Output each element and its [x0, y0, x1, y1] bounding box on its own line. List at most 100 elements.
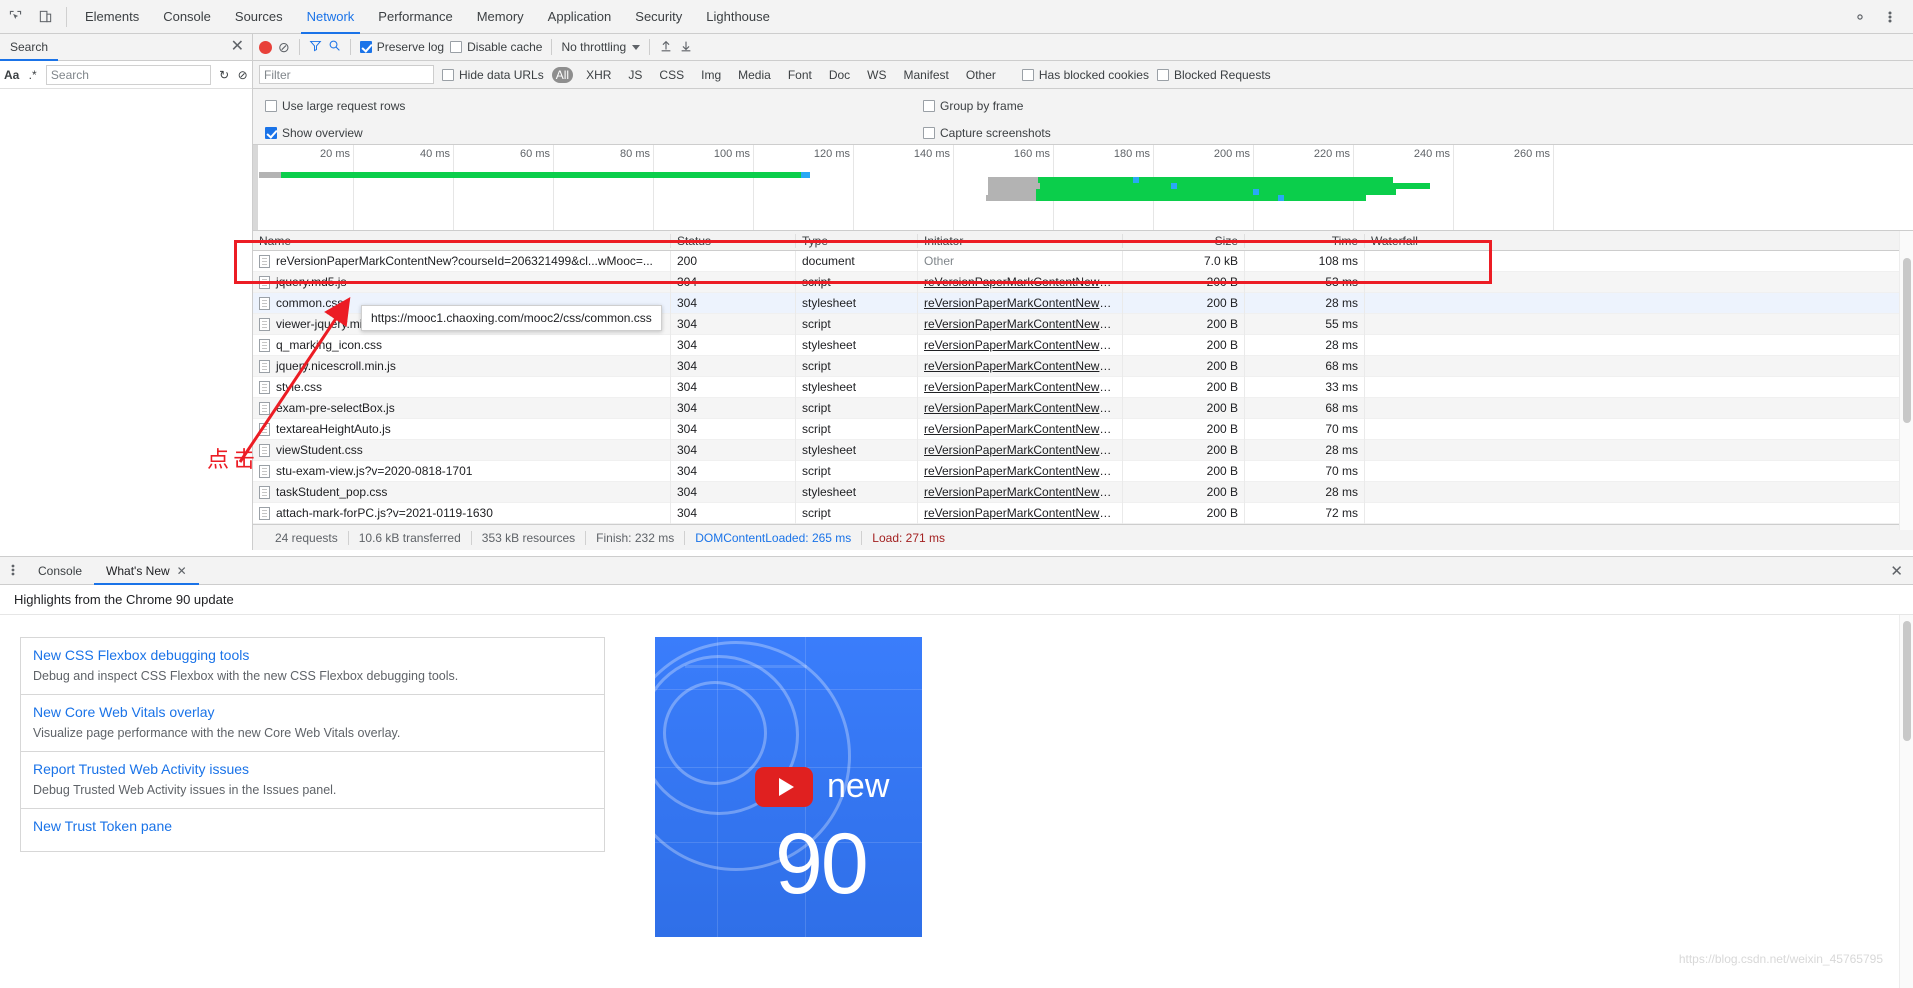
- cell-initiator[interactable]: reVersionPaperMarkContentNew?...: [918, 439, 1123, 461]
- tab-search[interactable]: Search: [0, 34, 59, 61]
- table-row[interactable]: q_marking_icon.css 304 stylesheet reVersion…: [253, 334, 1913, 356]
- clear-icon[interactable]: ⊘: [237, 68, 248, 82]
- column-header-waterfall[interactable]: Waterfall: [1365, 233, 1903, 248]
- cell-name[interactable]: attach-mark-forPC.js?v=2021-0119-1630: [253, 502, 671, 524]
- tab-performance[interactable]: Performance: [366, 0, 464, 34]
- type-filter-media[interactable]: Media: [734, 67, 775, 83]
- cell-initiator[interactable]: reVersionPaperMarkContentNew?...: [918, 334, 1123, 356]
- cell-initiator[interactable]: reVersionPaperMarkContentNew?...: [918, 502, 1123, 524]
- tab-security[interactable]: Security: [623, 0, 694, 34]
- close-icon[interactable]: ✕: [177, 557, 187, 585]
- network-overview-timeline[interactable]: 20 ms 40 ms 60 ms 80 ms 100 ms 120 ms 14…: [253, 145, 1913, 231]
- whats-new-card[interactable]: Report Trusted Web Activity issues Debug …: [20, 751, 605, 808]
- whats-new-card[interactable]: New Core Web Vitals overlay Visualize pag…: [20, 694, 605, 751]
- cell-initiator[interactable]: reVersionPaperMarkContentNew?...: [918, 418, 1123, 440]
- initiator-link[interactable]: reVersionPaperMarkContentNew?...: [924, 506, 1116, 520]
- refresh-icon[interactable]: ↻: [219, 68, 230, 82]
- clear-icon[interactable]: ⊘: [278, 39, 290, 56]
- tab-sources[interactable]: Sources: [223, 0, 295, 34]
- cell-name[interactable]: jquery.md5.js: [253, 271, 671, 293]
- cell-initiator[interactable]: Other: [918, 250, 1123, 272]
- type-filter-manifest[interactable]: Manifest: [900, 67, 953, 83]
- cell-name[interactable]: jquery.nicescroll.min.js: [253, 355, 671, 377]
- kebab-menu-icon[interactable]: [1875, 0, 1905, 34]
- scrollbar-thumb[interactable]: [1903, 258, 1911, 423]
- table-row[interactable]: style.css 304 stylesheet reVersionPaperMark…: [253, 376, 1913, 398]
- type-filter-font[interactable]: Font: [784, 67, 816, 83]
- whats-new-card-title[interactable]: New CSS Flexbox debugging tools: [33, 647, 592, 663]
- column-header-size[interactable]: Size: [1123, 233, 1245, 248]
- drawer-tab-whats-new[interactable]: What's New ✕: [94, 557, 199, 585]
- cell-initiator[interactable]: reVersionPaperMarkContentNew?...: [918, 355, 1123, 377]
- initiator-link[interactable]: reVersionPaperMarkContentNew?...: [924, 380, 1116, 394]
- type-filter-doc[interactable]: Doc: [825, 67, 854, 83]
- column-header-type[interactable]: Type: [796, 233, 918, 248]
- type-filter-xhr[interactable]: XHR: [582, 67, 615, 83]
- group-by-frame-checkbox[interactable]: Group by frame: [923, 99, 1023, 113]
- disable-cache-checkbox[interactable]: Disable cache: [450, 40, 542, 54]
- table-row[interactable]: exam-pre-selectBox.js 304 script reVersionP…: [253, 397, 1913, 419]
- search-icon[interactable]: [328, 39, 341, 55]
- table-row[interactable]: attach-mark-forPC.js?v=2021-0119-1630 304…: [253, 502, 1913, 524]
- initiator-link[interactable]: reVersionPaperMarkContentNew?...: [924, 485, 1116, 499]
- table-row[interactable]: textareaHeightAuto.js 304 script reVersionP…: [253, 418, 1913, 440]
- cell-name[interactable]: textareaHeightAuto.js: [253, 418, 671, 440]
- cell-name[interactable]: stu-exam-view.js?v=2020-0818-1701: [253, 460, 671, 482]
- table-row[interactable]: jquery.md5.js 304 script reVersionPaperMark…: [253, 271, 1913, 293]
- column-header-status[interactable]: Status: [671, 233, 796, 248]
- cell-initiator[interactable]: reVersionPaperMarkContentNew?...: [918, 376, 1123, 398]
- type-filter-img[interactable]: Img: [697, 67, 725, 83]
- capture-screenshots-checkbox[interactable]: Capture screenshots: [923, 126, 1051, 140]
- drawer-tab-console[interactable]: Console: [26, 557, 94, 585]
- cell-name[interactable]: exam-pre-selectBox.js: [253, 397, 671, 419]
- tab-elements[interactable]: Elements: [73, 0, 151, 34]
- drawer-close-icon[interactable]: ✕: [1890, 562, 1903, 580]
- whats-new-card[interactable]: New CSS Flexbox debugging tools Debug and…: [20, 637, 605, 694]
- type-filter-all[interactable]: All: [551, 66, 574, 83]
- cell-name[interactable]: viewStudent.css: [253, 439, 671, 461]
- inspect-element-icon[interactable]: [0, 0, 30, 34]
- whats-new-card-title[interactable]: New Trust Token pane: [33, 818, 592, 834]
- type-filter-ws[interactable]: WS: [863, 67, 890, 83]
- preserve-log-checkbox[interactable]: Preserve log: [359, 40, 444, 54]
- cell-name[interactable]: reVersionPaperMarkContentNew?courseId=20…: [253, 250, 671, 272]
- tab-lighthouse[interactable]: Lighthouse: [694, 0, 782, 34]
- type-filter-other[interactable]: Other: [962, 67, 1000, 83]
- column-header-time[interactable]: Time: [1245, 233, 1365, 248]
- tab-network[interactable]: Network: [295, 0, 367, 34]
- hide-data-urls-checkbox[interactable]: Hide data URLs: [442, 68, 544, 82]
- type-filter-js[interactable]: JS: [624, 67, 646, 83]
- show-overview-checkbox[interactable]: Show overview: [265, 126, 363, 140]
- type-filter-css[interactable]: CSS: [655, 67, 688, 83]
- table-row[interactable]: viewStudent.css 304 stylesheet reVersionPap…: [253, 439, 1913, 461]
- throttling-dropdown[interactable]: No throttling: [561, 40, 641, 54]
- export-har-icon[interactable]: [679, 39, 693, 56]
- whats-new-card[interactable]: New Trust Token pane: [20, 808, 605, 852]
- initiator-link[interactable]: reVersionPaperMarkContentNew?...: [924, 296, 1116, 310]
- match-case-icon[interactable]: Aa: [4, 68, 19, 82]
- initiator-link[interactable]: reVersionPaperMarkContentNew?...: [924, 464, 1116, 478]
- table-row[interactable]: jquery.nicescroll.min.js 304 script reVersi…: [253, 355, 1913, 377]
- cell-initiator[interactable]: reVersionPaperMarkContentNew?...: [918, 397, 1123, 419]
- cell-initiator[interactable]: reVersionPaperMarkContentNew?...: [918, 271, 1123, 293]
- network-right-scrollbar[interactable]: [1899, 240, 1913, 530]
- table-row[interactable]: taskStudent_pop.css 304 stylesheet reVersio…: [253, 481, 1913, 503]
- device-toolbar-icon[interactable]: [30, 0, 60, 34]
- initiator-link[interactable]: reVersionPaperMarkContentNew?...: [924, 359, 1116, 373]
- cell-name[interactable]: q_marking_icon.css: [253, 334, 671, 356]
- use-large-rows-checkbox[interactable]: Use large request rows: [265, 99, 405, 113]
- table-row[interactable]: reVersionPaperMarkContentNew?courseId=20…: [253, 250, 1913, 272]
- filter-input[interactable]: [259, 65, 434, 84]
- close-icon[interactable]: ✕: [231, 39, 244, 55]
- cell-name[interactable]: style.css: [253, 376, 671, 398]
- gear-icon[interactable]: [1845, 0, 1875, 34]
- tab-application[interactable]: Application: [536, 0, 624, 34]
- column-header-initiator[interactable]: Initiator: [918, 233, 1123, 248]
- cell-initiator[interactable]: reVersionPaperMarkContentNew?...: [918, 460, 1123, 482]
- initiator-link[interactable]: reVersionPaperMarkContentNew?...: [924, 401, 1116, 415]
- initiator-link[interactable]: reVersionPaperMarkContentNew?...: [924, 422, 1116, 436]
- overview-left-handle[interactable]: [253, 145, 258, 230]
- drawer-vertical-scrollbar[interactable]: [1899, 615, 1913, 988]
- cell-initiator[interactable]: reVersionPaperMarkContentNew?...: [918, 481, 1123, 503]
- blocked-requests-checkbox[interactable]: Blocked Requests: [1156, 68, 1271, 82]
